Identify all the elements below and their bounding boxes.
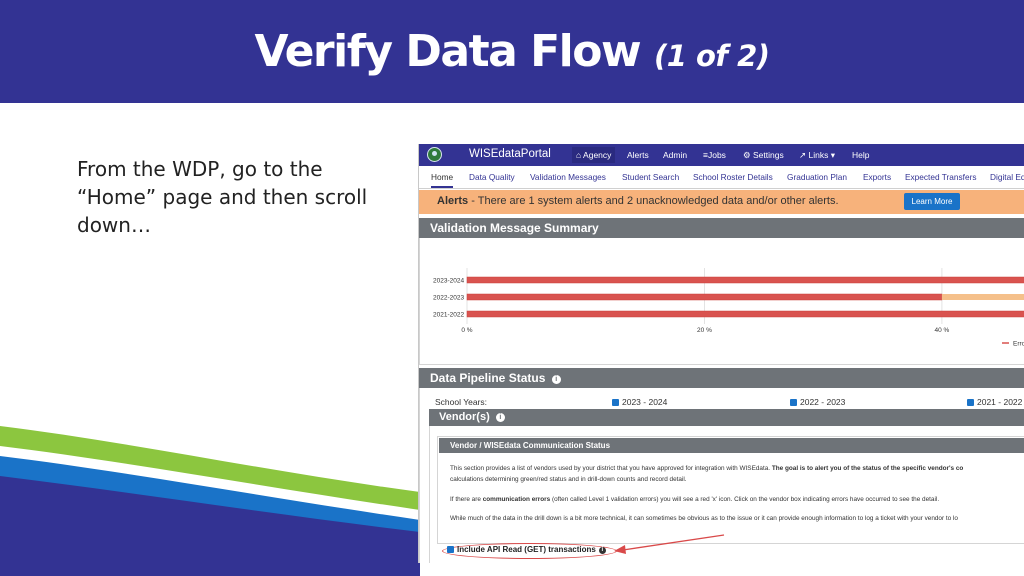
legend-label: Erro — [1013, 341, 1024, 348]
wisedata-logo-icon — [427, 147, 442, 162]
checkbox-checked-icon — [447, 546, 454, 553]
nav-links[interactable]: ↗ Links ▾ — [799, 150, 835, 161]
x-tick-label: 20 % — [697, 327, 712, 334]
tab-exports[interactable]: Exports — [863, 172, 891, 182]
nav-jobs[interactable]: ≡Jobs — [703, 150, 726, 160]
nav-alerts[interactable]: Alerts — [627, 150, 649, 160]
tab-home[interactable]: Home — [431, 172, 454, 188]
vendor-header: Vendor(s) i — [429, 409, 1024, 426]
slide-title-sub: (1 of 2) — [653, 39, 770, 73]
bar-warning — [941, 294, 1024, 300]
vendor-description-2: If there are communication errors (often… — [450, 496, 940, 503]
tab-data-quality[interactable]: Data Quality — [469, 172, 515, 182]
school-years-label: School Years: — [435, 397, 487, 407]
instruction-text: From the WDP, go to the “Home” page and … — [77, 157, 368, 237]
nav-help[interactable]: Help — [852, 150, 869, 160]
validation-summary-header: Validation Message Summary — [419, 218, 1024, 238]
learn-more-button[interactable]: Learn More — [904, 193, 960, 210]
gear-icon: ⚙ — [743, 150, 751, 160]
include-api-read-checkbox[interactable]: Include API Read (GET) transactions i — [447, 545, 606, 554]
nav-agency[interactable]: ⌂ Agency — [572, 147, 616, 163]
caret-down-icon: ▾ — [830, 150, 835, 160]
vendor-description-1b: calculations determining green/red statu… — [450, 476, 687, 483]
tab-validation-messages[interactable]: Validation Messages — [530, 172, 606, 182]
info-icon[interactable]: i — [598, 547, 606, 554]
bar-error — [466, 293, 943, 301]
x-tick-label: 40 % — [934, 327, 949, 334]
portal-brand[interactable]: WISEdataPortal — [469, 148, 551, 160]
year-checkbox-2021-2022[interactable]: 2021 - 2022 — [967, 397, 1022, 407]
slide-title: Verify Data Flow (1 of 2) — [0, 26, 1024, 82]
tab-school-roster-details[interactable]: School Roster Details — [693, 172, 773, 182]
info-icon[interactable]: i — [551, 375, 561, 384]
nav-admin[interactable]: Admin — [663, 150, 687, 160]
checkbox-checked-icon — [790, 399, 797, 406]
portal-screenshot: WISEdataPortal ⌂ Agency Alerts Admin ≡Jo… — [418, 144, 1024, 563]
validation-chart: 0 % 20 % 40 % 2023-2024 2022-2023 2021-2022 Er… — [433, 268, 1024, 348]
alert-message: Alerts - There are 1 system alerts and 2… — [437, 195, 839, 207]
tab-graduation-plan[interactable]: Graduation Plan — [787, 172, 847, 182]
checkbox-checked-icon — [967, 399, 974, 406]
vendor-description-3: While much of the data in the drill down… — [450, 515, 958, 522]
bar-error — [466, 310, 1024, 318]
y-category-label: 2022-2023 — [433, 295, 464, 302]
vendor-description-1: This section provides a list of vendors … — [450, 465, 964, 472]
vendor-comm-header: Vendor / WISEdata Communication Status — [439, 438, 1024, 453]
year-checkbox-2023-2024[interactable]: 2023 - 2024 — [612, 397, 667, 407]
portal-sub-nav: Home Data Quality Validation Messages St… — [419, 166, 1024, 189]
tab-student-search[interactable]: Student Search — [622, 172, 679, 182]
alert-bar: Alerts - There are 1 system alerts and 2… — [419, 190, 1024, 214]
external-link-icon: ↗ — [799, 150, 807, 160]
y-category-label: 2023-2024 — [433, 278, 464, 285]
pipeline-status-header: Data Pipeline Status i — [419, 368, 1024, 388]
checkbox-checked-icon — [612, 399, 619, 406]
year-checkbox-2022-2023[interactable]: 2022 - 2023 — [790, 397, 845, 407]
highlight-arrow — [614, 534, 725, 554]
bar-error — [466, 276, 1024, 284]
decorative-waves — [0, 426, 420, 576]
tab-expected-transfers[interactable]: Expected Transfers — [905, 172, 976, 182]
y-category-label: 2021-2022 — [433, 312, 464, 319]
tab-digital-equity[interactable]: Digital Eq — [990, 172, 1024, 182]
portal-top-nav: WISEdataPortal ⌂ Agency Alerts Admin ≡Jo… — [419, 144, 1024, 166]
slide-title-main: Verify Data Flow — [254, 26, 641, 77]
home-icon: ⌂ — [576, 150, 582, 160]
info-icon[interactable]: i — [495, 413, 505, 422]
x-tick-label: 0 % — [461, 327, 472, 334]
nav-settings[interactable]: ⚙ Settings — [743, 150, 784, 161]
